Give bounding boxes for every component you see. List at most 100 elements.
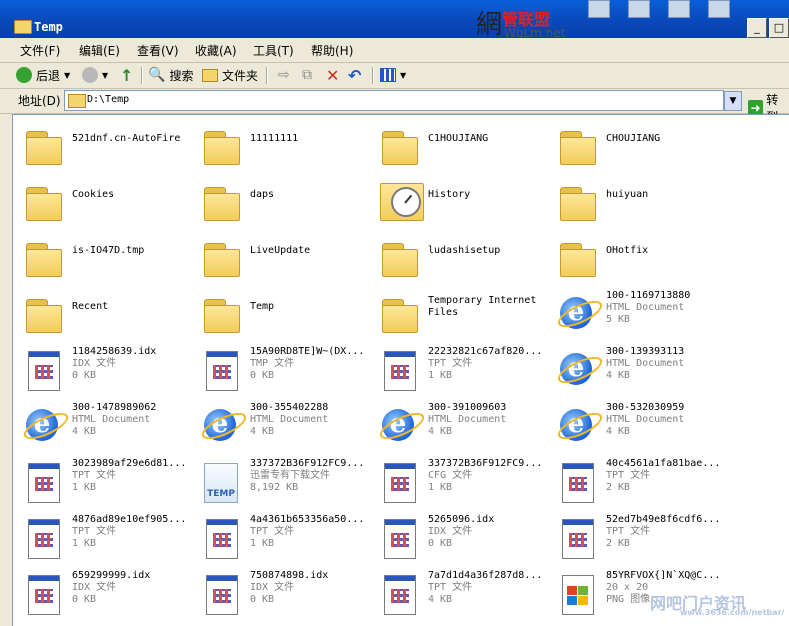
file-item[interactable]: TEMP 337372B36F912FC9... 迅雷专有下载文件 8,192 KB [191,457,369,513]
file-name: 521dnf.cn-AutoFire [72,133,181,144]
file-item[interactable]: OHotfix [547,233,725,289]
file-type: HTML Document [72,414,151,425]
file-name: 337372B36F912FC9... [250,458,365,469]
file-item[interactable]: 1184258639.idx IDX 文件 0 KB [13,345,191,401]
file-size: 1 KB [250,538,275,549]
file-item[interactable]: e 300-355402288 HTML Document 4 KB [191,401,369,457]
up-folder-icon: ↑ [120,65,134,85]
file-type: IDX 文件 [250,582,295,593]
file-item[interactable]: is-IO47D.tmp [13,233,191,289]
copy-to-button[interactable]: ⧉ [302,65,312,85]
file-item[interactable]: History [369,177,547,233]
undo-button[interactable]: ↶ [348,65,361,85]
ie-icon: e [376,405,428,449]
forward-button[interactable]: ▼ [82,65,108,85]
file-name: 337372B36F912FC9... [428,458,543,469]
delete-button[interactable]: ✕ [326,65,339,85]
desktop-icon[interactable] [668,0,690,18]
delete-x-icon: ✕ [326,65,340,85]
file-item[interactable]: e 300-532030959 HTML Document 4 KB [547,401,725,457]
temp-file-icon: TEMP [200,461,242,505]
file-item[interactable]: e 300-391009603 HTML Document 4 KB [369,401,547,457]
file-item[interactable]: ludashisetup [369,233,547,289]
desktop-icon[interactable] [588,0,610,18]
address-dropdown-button[interactable]: ▼ [724,91,742,111]
undo-icon: ↶ [348,65,362,85]
file-item[interactable]: 750874898.idx IDX 文件 0 KB [191,569,369,625]
doc-icon [556,461,598,505]
doc-icon [22,573,64,617]
title-bar[interactable]: Temp 網 管联盟 WgLm.net _ □ [0,0,789,40]
file-item[interactable]: 11111111 [191,121,369,177]
file-item[interactable]: 52ed7b49e8f6cdf6... TPT 文件 2 KB [547,513,725,569]
file-item[interactable]: e 300-139393113 HTML Document 4 KB [547,345,725,401]
file-list[interactable]: 521dnf.cn-AutoFire 11111111 C1HOUJIANG CHOU… [12,114,789,626]
file-item[interactable]: e 300-1478989062 HTML Document 4 KB [13,401,191,457]
file-type: TPT 文件 [428,582,473,593]
file-type: 20 x 20 [606,582,649,593]
history-folder-icon [378,181,424,225]
desktop-icon[interactable] [708,0,730,18]
file-item[interactable]: 659299999.idx IDX 文件 0 KB [13,569,191,625]
desktop-icon[interactable] [628,0,650,18]
address-input[interactable]: D:\Temp [64,90,724,111]
menu-tools[interactable]: 工具(T) [253,42,294,59]
file-item[interactable]: 337372B36F912FC9... CFG 文件 1 KB [369,457,547,513]
folder-icon [22,293,64,337]
watermark-url: www.3636.com/netbar/ [680,608,785,617]
folders-button[interactable]: 文件夹 [202,65,258,85]
folder-icon [556,181,598,225]
menu-favorites[interactable]: 收藏(A) [195,42,237,59]
menu-edit[interactable]: 编辑(E) [79,42,120,59]
file-size: 0 KB [72,594,97,605]
chevron-down-icon: ▼ [102,70,109,80]
file-item[interactable]: Temporary Internet Files [369,289,547,345]
file-name: 1184258639.idx [72,346,157,357]
file-item[interactable]: Recent [13,289,191,345]
chevron-down-icon: ▼ [64,70,71,80]
doc-icon [200,517,242,561]
views-icon [380,68,396,82]
file-item[interactable]: 40c4561a1fa81bae... TPT 文件 2 KB [547,457,725,513]
search-button[interactable]: 🔍 搜索 [148,65,193,85]
folder-icon [378,293,420,337]
menu-file[interactable]: 文件(F) [20,42,60,59]
file-item[interactable]: CHOUJIANG [547,121,725,177]
file-item[interactable]: e 100-1169713880 HTML Document 5 KB [547,289,725,345]
folder-icon [22,125,64,169]
maximize-button[interactable]: □ [769,18,789,38]
file-type: TPT 文件 [72,470,117,481]
file-item[interactable]: 5265096.idx IDX 文件 0 KB [369,513,547,569]
folder-icon [200,125,242,169]
file-item[interactable]: 521dnf.cn-AutoFire [13,121,191,177]
file-item[interactable]: 15A90RD8TE]W~(DX... TMP 文件 0 KB [191,345,369,401]
file-type: HTML Document [250,414,329,425]
file-item[interactable]: 3023989af29e6d81... TPT 文件 1 KB [13,457,191,513]
file-size: 0 KB [72,370,97,381]
file-name: 300-391009603 [428,402,507,413]
ie-icon: e [20,405,72,449]
address-bar: 地址(D) D:\Temp ▼ ➜ 转到 [0,89,789,124]
file-item[interactable]: huiyuan [547,177,725,233]
file-item[interactable]: 4a4361b653356a50... TPT 文件 1 KB [191,513,369,569]
file-item[interactable]: daps [191,177,369,233]
minimize-button[interactable]: _ [747,18,767,38]
file-item[interactable]: 7a7d1d4a36f287d8... TPT 文件 4 KB [369,569,547,625]
file-item[interactable]: 4876ad89e10ef905... TPT 文件 1 KB [13,513,191,569]
file-item[interactable]: LiveUpdate [191,233,369,289]
menu-view[interactable]: 查看(V) [137,42,179,59]
file-item[interactable]: 22232821c67af820... TPT 文件 1 KB [369,345,547,401]
file-name: History [428,189,471,200]
file-item[interactable]: C1HOUJIANG [369,121,547,177]
folder-icon [378,125,420,169]
views-button[interactable]: ▼ [380,65,406,85]
file-item[interactable]: Temp [191,289,369,345]
file-size: 1 KB [428,482,453,493]
menu-help[interactable]: 帮助(H) [311,42,353,59]
file-type: TPT 文件 [250,526,295,537]
folder-icon [378,237,420,281]
back-button[interactable]: 后退 ▼ [16,65,70,85]
up-button[interactable]: ↑ [120,65,133,85]
file-item[interactable]: Cookies [13,177,191,233]
move-to-button[interactable]: ⇨ [278,65,290,85]
